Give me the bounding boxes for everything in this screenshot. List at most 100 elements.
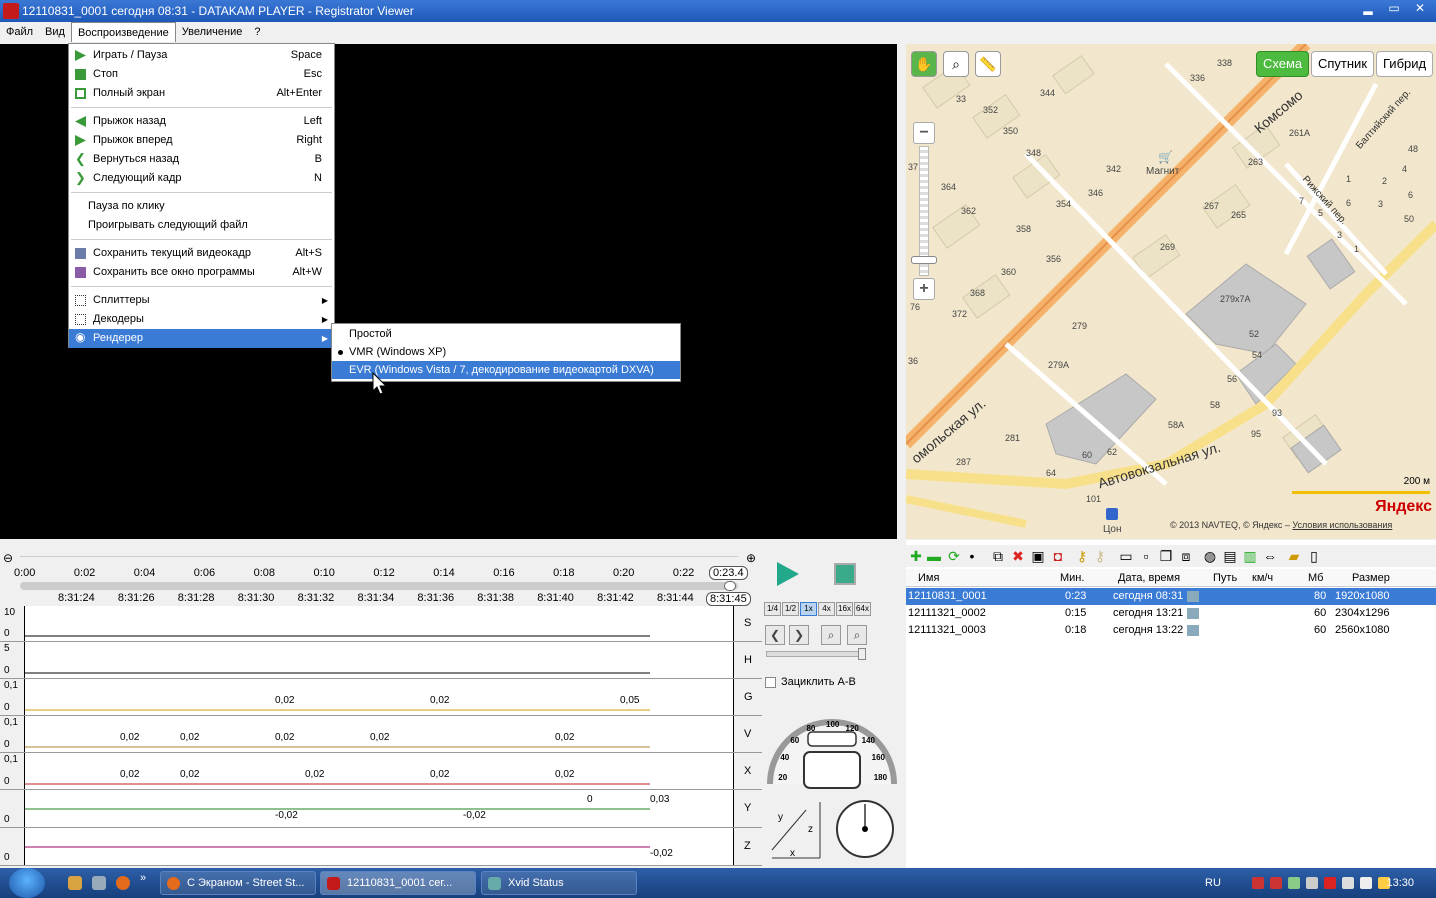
menu-item-stop[interactable]: Стоп Esc <box>69 65 334 84</box>
map-zoom-thumb[interactable] <box>911 256 937 264</box>
stop-button[interactable] <box>834 563 856 585</box>
menu-item-decoders[interactable]: Декодеры ▶ <box>69 310 334 329</box>
loop-checkbox[interactable] <box>765 677 776 688</box>
new-window-icon[interactable]: ▭ <box>1118 549 1134 564</box>
play-button[interactable] <box>777 562 799 586</box>
pan-tool-button[interactable]: ✋ <box>911 51 937 77</box>
tray-icon[interactable] <box>1270 877 1282 889</box>
cascade-icon[interactable]: ❐ <box>1158 549 1174 564</box>
chart-icon[interactable]: ▤ <box>1222 549 1238 564</box>
zoom-in-button[interactable]: ⌕ <box>847 625 867 645</box>
close-button[interactable]: ✕ <box>1408 1 1432 17</box>
camera-icon[interactable]: ◘ <box>1050 549 1066 564</box>
speed-4x[interactable]: 4x <box>818 602 835 616</box>
list-item[interactable]: 12111321_0002 0:15 сегодня 13:21 60 2304x129… <box>906 605 1436 622</box>
menu-item-save-frame[interactable]: Сохранить текущий видеокадр Alt+S <box>69 244 334 263</box>
menu-item-splitters[interactable]: Сплиттеры ▶ <box>69 291 334 310</box>
menu-help[interactable]: ? <box>248 22 266 42</box>
resize-icon[interactable]: ⇔ <box>1262 549 1278 564</box>
menu-item-pause-on-click[interactable]: Пауза по клику <box>69 197 334 216</box>
timeline-thumb[interactable] <box>724 581 736 591</box>
volume-slider[interactable] <box>766 651 866 657</box>
col-size[interactable]: Размер <box>1352 569 1390 587</box>
language-indicator[interactable]: RU <box>1205 868 1221 898</box>
ruler-tool-button[interactable]: 📏 <box>975 51 1001 77</box>
col-path[interactable]: Путь <box>1213 569 1237 587</box>
menu-playback[interactable]: Воспроизведение <box>70 22 176 42</box>
taskbar-button-street[interactable]: С Экраном - Street St... <box>160 871 316 895</box>
minimize-button[interactable]: ▂ <box>1356 1 1380 17</box>
zoom-out-button[interactable]: ⌕ <box>821 625 841 645</box>
menu-view[interactable]: Вид <box>39 22 71 42</box>
tray-icon[interactable] <box>1252 877 1264 889</box>
renderer-simple[interactable]: Простой <box>332 325 680 343</box>
firefox-icon[interactable] <box>116 876 130 890</box>
quicklaunch-app-icon[interactable] <box>92 876 106 890</box>
terms-link[interactable]: Условия использования <box>1292 520 1392 530</box>
speed-64x[interactable]: 64x <box>854 602 871 616</box>
save-icon[interactable]: ▣ <box>1030 549 1046 564</box>
taskbar-button-xvid[interactable]: Xvid Status <box>481 871 637 895</box>
col-mb[interactable]: Мб <box>1308 569 1323 587</box>
folder-icon[interactable]: ▰ <box>1286 549 1302 564</box>
maximize-button[interactable]: ▭ <box>1382 1 1406 17</box>
menu-zoom[interactable]: Увеличение <box>176 22 249 42</box>
list-item[interactable]: 12111321_0003 0:18 сегодня 13:22 60 2560x108… <box>906 622 1436 639</box>
map-zoom-in-button[interactable]: + <box>913 278 935 300</box>
tile-icon[interactable]: ⧈ <box>1178 549 1194 564</box>
menu-file[interactable]: Файл <box>0 22 39 42</box>
map-zoom-out-button[interactable]: − <box>913 122 935 144</box>
menu-item-fullscreen[interactable]: Полный экран Alt+Enter <box>69 84 334 103</box>
add-file-icon[interactable]: ✚ <box>908 549 924 564</box>
col-datetime[interactable]: Дата, время <box>1118 569 1180 587</box>
col-min[interactable]: Мин. <box>1060 569 1084 587</box>
tray-icon[interactable] <box>1306 877 1318 889</box>
menu-item-go-back[interactable]: ❮ Вернуться назад B <box>69 150 334 169</box>
clock[interactable]: 13:30 <box>1386 868 1414 898</box>
timeline[interactable]: ⊖ ⊕ 0:00 0:02 0:04 0:06 0:08 0:10 0:12 0:14 0:16… <box>0 548 762 608</box>
taskbar-button-datakam[interactable]: 12110831_0001 сег... <box>320 871 476 895</box>
zoom-tool-button[interactable]: ⌕ <box>943 51 969 77</box>
list-item[interactable]: 12110831_0001 0:23 сегодня 08:31 80 1920x108… <box>906 588 1436 605</box>
copy-icon[interactable]: ⧉ <box>990 549 1006 564</box>
volume-thumb[interactable] <box>858 648 866 660</box>
col-name[interactable]: Имя <box>918 569 939 587</box>
dot-icon[interactable]: • <box>964 549 980 564</box>
map-panel[interactable]: ✋ ⌕ 📏 Схема Спутник Гибрид − + Комсомо о… <box>906 44 1436 539</box>
menu-item-play-pause[interactable]: Играть / Пауза Space <box>69 46 334 65</box>
renderer-vmr[interactable]: VMR (Windows XP) <box>332 343 680 361</box>
next-file-button[interactable]: ❯ <box>789 625 809 645</box>
quicklaunch-app-icon[interactable] <box>68 876 82 890</box>
map-type-satellite[interactable]: Спутник <box>1311 51 1375 77</box>
col-speed[interactable]: км/ч <box>1252 569 1273 587</box>
menu-item-renderer[interactable]: ◉ Рендерер ▶ <box>69 329 334 348</box>
menu-item-play-next-file[interactable]: Проигрывать следующий файл <box>69 216 334 235</box>
start-button[interactable] <box>9 868 45 898</box>
quicklaunch-chevron[interactable]: » <box>140 872 146 884</box>
tray-icon[interactable] <box>1324 877 1336 889</box>
menu-item-save-window[interactable]: Сохранить все окно программы Alt+W <box>69 263 334 282</box>
menu-item-jump-back[interactable]: Прыжок назад Left <box>69 112 334 131</box>
speed-half[interactable]: 1/2 <box>782 602 799 616</box>
map-type-hybrid[interactable]: Гибрид <box>1376 51 1434 77</box>
key-icon[interactable]: ⚷ <box>1074 549 1090 564</box>
tray-icon[interactable] <box>1288 877 1300 889</box>
refresh-icon[interactable]: ⟳ <box>946 549 962 564</box>
key-disabled-icon[interactable]: ⚷ <box>1092 549 1108 564</box>
volume-icon[interactable] <box>1360 877 1372 889</box>
prev-file-button[interactable]: ❮ <box>765 625 785 645</box>
document-icon[interactable]: ▯ <box>1306 549 1322 564</box>
timeline-track[interactable] <box>20 582 738 590</box>
globe-icon[interactable]: ◍ <box>1202 549 1218 564</box>
menu-item-jump-forward[interactable]: Прыжок вперед Right <box>69 131 334 150</box>
map-type-scheme[interactable]: Схема <box>1256 51 1310 77</box>
menu-item-next-frame[interactable]: ❯ Следующий кадр N <box>69 169 334 188</box>
speed-1x[interactable]: 1x <box>800 602 817 616</box>
delete-icon[interactable]: ✖ <box>1010 549 1026 564</box>
speed-16x[interactable]: 16x <box>836 602 853 616</box>
export-icon[interactable]: ▥ <box>1242 549 1258 564</box>
network-icon[interactable] <box>1342 877 1354 889</box>
speed-quarter[interactable]: 1/4 <box>764 602 781 616</box>
window-icon[interactable]: ▫ <box>1138 549 1154 564</box>
timeline-zoom-in-icon[interactable]: ⊕ <box>746 551 756 565</box>
